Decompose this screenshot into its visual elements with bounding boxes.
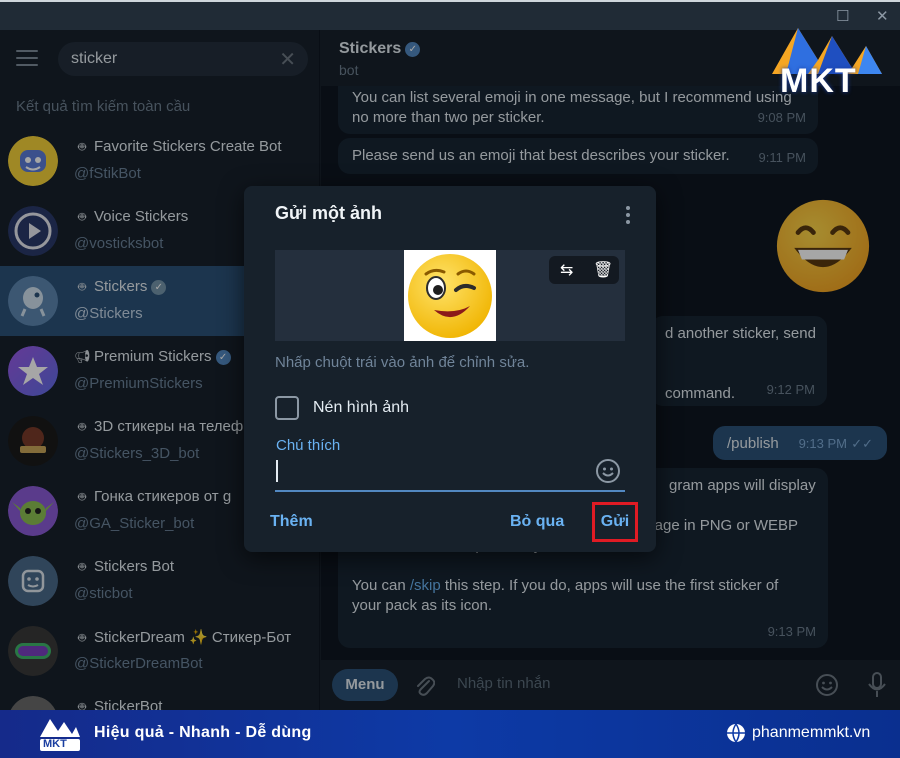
photo-preview[interactable]: ⇆ 🗑︎ [275, 250, 625, 341]
image-tools: ⇆ 🗑︎ [549, 256, 619, 284]
send-button[interactable]: Gửi [592, 502, 638, 542]
text-caret [276, 460, 278, 482]
more-options-icon[interactable] [626, 206, 630, 227]
caption-input[interactable] [275, 456, 625, 492]
photo-thumbnail[interactable] [404, 250, 496, 341]
website-link[interactable]: phanmemmkt.vn [752, 724, 870, 742]
window-titlebar: ☐ ✕ [0, 0, 900, 30]
emoji-icon[interactable] [595, 458, 621, 484]
globe-icon [727, 723, 745, 743]
add-button[interactable]: Thêm [270, 513, 313, 531]
mkt-logo: MKT [768, 16, 886, 108]
send-photo-dialog: Gửi một ảnh ⇆ 🗑︎ Nhấp chuột trái vào ảnh… [244, 186, 656, 552]
delete-image-icon[interactable]: 🗑︎ [593, 260, 613, 280]
replace-image-icon[interactable]: ⇆ [560, 260, 573, 280]
promo-banner: MKT Hiệu quả - Nhanh - Dễ dùng phanmemmk… [0, 710, 900, 758]
compress-image-checkbox[interactable] [275, 396, 299, 420]
logo-text: MKT [780, 62, 857, 100]
dialog-title: Gửi một ảnh [275, 203, 383, 223]
banner-logo-text: MKT [43, 738, 67, 750]
caption-label: Chú thích [276, 437, 341, 454]
compress-image-label[interactable]: Nén hình ảnh [313, 399, 409, 417]
edit-hint: Nhấp chuột trái vào ảnh để chỉnh sửa. [275, 354, 530, 371]
slogan: Hiệu quả - Nhanh - Dễ dùng [94, 724, 312, 741]
skip-button[interactable]: Bỏ qua [510, 513, 564, 531]
